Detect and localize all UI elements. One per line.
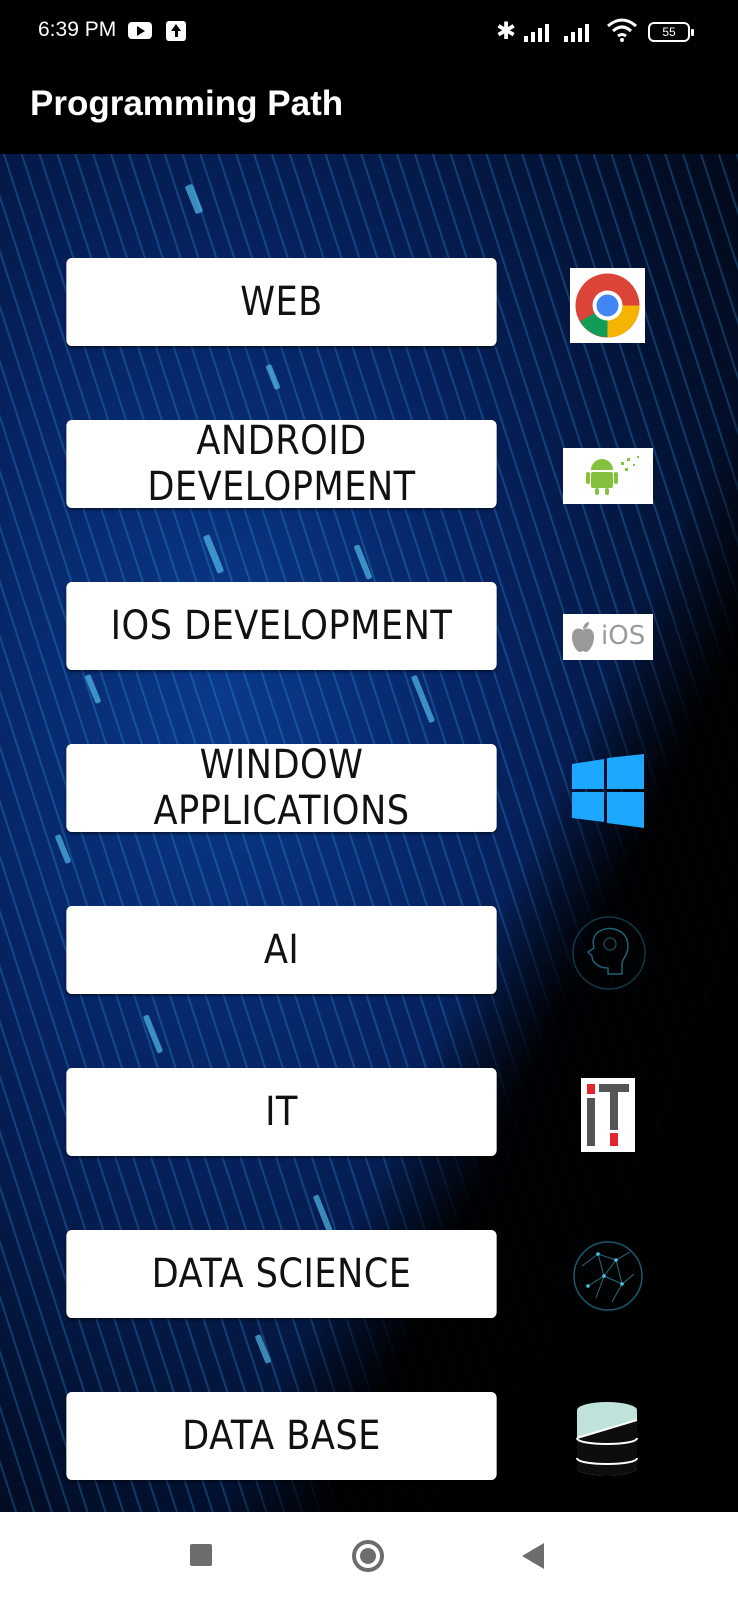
- path-item-data-science: DATA SCIENCE: [0, 1230, 738, 1320]
- background-decoration: [353, 544, 373, 580]
- app-bar: Programming Path: [0, 64, 738, 154]
- page-title: Programming Path: [30, 84, 344, 123]
- data-science-button[interactable]: DATA SCIENCE: [66, 1230, 497, 1318]
- path-item-windows: WINDOW APPLICATIONS: [0, 742, 738, 834]
- android-development-button[interactable]: ANDROID DEVELOPMENT: [66, 418, 497, 510]
- background-decoration: [202, 534, 225, 574]
- battery-icon: 55: [648, 22, 694, 42]
- apple-ios-icon[interactable]: iOS: [563, 614, 653, 660]
- ios-development-button[interactable]: IOS DEVELOPMENT: [66, 582, 497, 670]
- background-decoration: [184, 183, 204, 215]
- home-button[interactable]: [352, 1540, 384, 1572]
- content-area[interactable]: WEB ANDROID DEVELOPMENT IOS DEVELOPMENT …: [0, 154, 738, 1512]
- recents-button[interactable]: [190, 1544, 212, 1566]
- it-button[interactable]: IT: [66, 1068, 497, 1156]
- background-decoration: [312, 1194, 334, 1234]
- bluetooth-icon: ✱: [496, 17, 517, 45]
- window-applications-button[interactable]: WINDOW APPLICATIONS: [66, 742, 497, 834]
- ai-brain-icon[interactable]: [570, 912, 648, 994]
- background-decoration: [410, 674, 436, 724]
- data-science-globe-icon[interactable]: [568, 1236, 648, 1316]
- path-item-it: IT: [0, 1068, 738, 1158]
- ai-button[interactable]: AI: [66, 906, 497, 994]
- background-decoration: [54, 833, 72, 865]
- chrome-icon[interactable]: [570, 268, 645, 343]
- web-button[interactable]: WEB: [66, 258, 497, 346]
- path-item-ai: AI: [0, 906, 738, 996]
- background-decoration: [84, 673, 102, 705]
- background-decoration: [142, 1014, 164, 1054]
- path-item-android: ANDROID DEVELOPMENT: [0, 418, 738, 510]
- background-decoration: [265, 363, 281, 391]
- database-icon[interactable]: [574, 1400, 644, 1482]
- status-time: 6:39 PM: [38, 18, 117, 41]
- back-button[interactable]: [522, 1543, 544, 1569]
- it-logo-icon[interactable]: [581, 1078, 635, 1152]
- path-item-database: DATA BASE: [0, 1392, 738, 1482]
- windows-icon[interactable]: [570, 754, 646, 828]
- upload-icon: [166, 21, 186, 41]
- path-item-web: WEB: [0, 258, 738, 348]
- apple-icon: [572, 622, 594, 652]
- data-base-button[interactable]: DATA BASE: [66, 1392, 497, 1480]
- navigation-bar: [0, 1512, 738, 1600]
- wifi-icon: [607, 18, 637, 42]
- ios-icon-text: iOS: [601, 621, 646, 651]
- status-bar: 6:39 PM ✱ 55: [0, 0, 738, 64]
- signal-icon: [564, 22, 598, 42]
- youtube-icon: [128, 22, 152, 39]
- android-icon[interactable]: [563, 448, 653, 504]
- path-item-ios: IOS DEVELOPMENT iOS: [0, 582, 738, 672]
- signal-icon: [524, 22, 558, 42]
- background-decoration: [254, 1333, 272, 1365]
